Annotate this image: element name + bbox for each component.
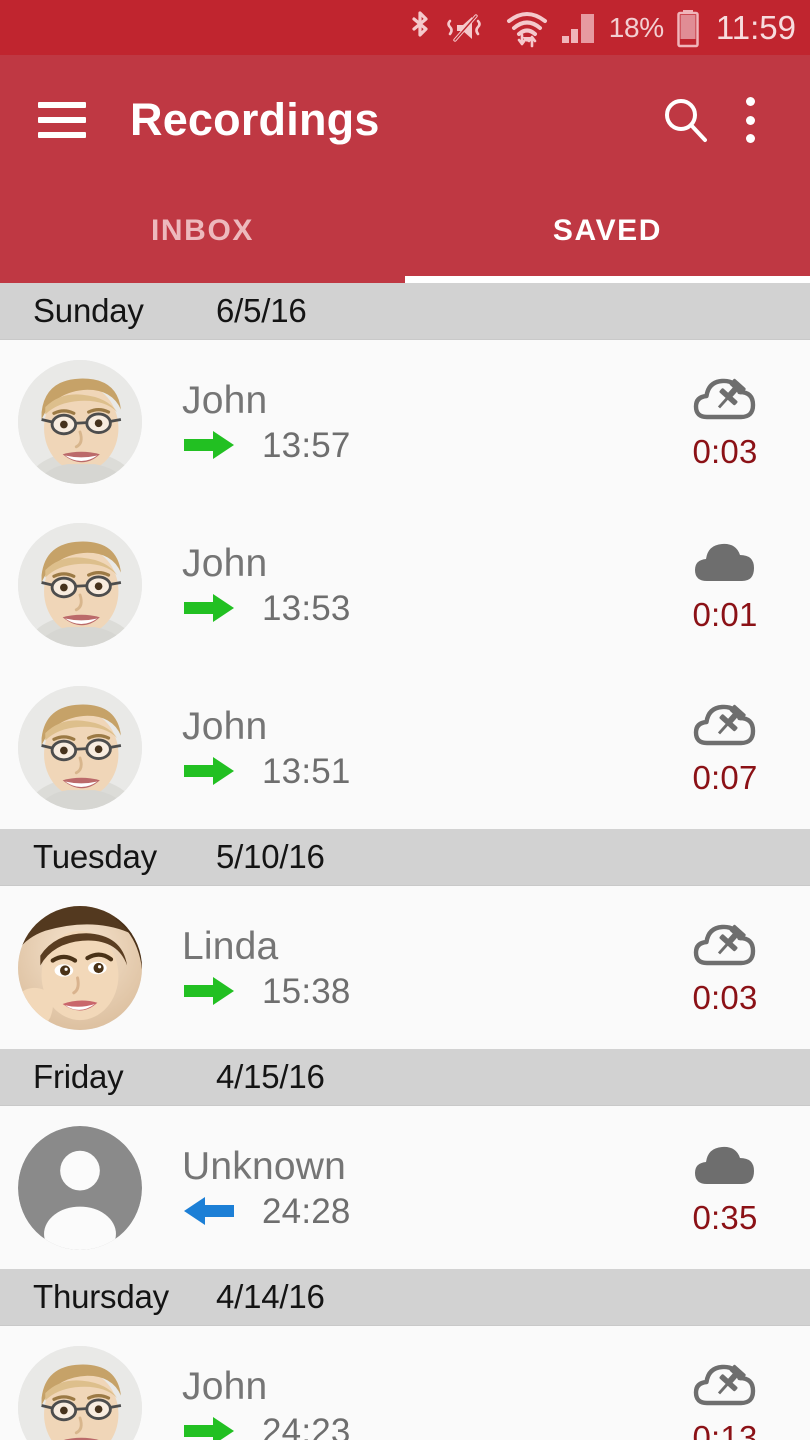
recording-time: 13:51	[262, 751, 351, 791]
recording-row[interactable]: John 13:53 0:01	[0, 503, 810, 666]
vibrate-mute-icon	[444, 10, 494, 46]
recording-meta: 13:57	[182, 428, 670, 463]
recording-status: 0:07	[670, 701, 780, 794]
arrow-right-green-icon	[182, 1414, 236, 1440]
recording-status: 0:03	[670, 375, 780, 468]
recording-meta: 24:28	[182, 1194, 670, 1229]
recording-row[interactable]: John 24:23 0:13	[0, 1326, 810, 1440]
date-header: Thursday 4/14/16	[0, 1269, 810, 1326]
tab-saved-label: SAVED	[552, 214, 663, 247]
app-root: 18% 11:59 Recordings INBOX SAVED Sunday …	[0, 0, 810, 1440]
recording-time: 13:53	[262, 588, 351, 628]
recording-details: Linda 15:38	[182, 927, 670, 1009]
recording-time: 13:57	[262, 425, 351, 465]
battery-percent-label: 18%	[608, 11, 664, 43]
recording-meta: 13:53	[182, 591, 670, 626]
recording-status: 0:01	[670, 538, 780, 631]
date-header-day: Sunday	[33, 292, 144, 329]
recording-details: Unknown 24:28	[182, 1147, 670, 1229]
cloud-filled-icon[interactable]	[693, 1141, 757, 1187]
date-header-day: Thursday	[33, 1278, 169, 1315]
recording-row[interactable]: Unknown 24:28 0:35	[0, 1106, 810, 1269]
battery-low-icon	[675, 8, 701, 48]
arrow-right-green-icon	[182, 428, 236, 462]
date-header-day: Friday	[33, 1058, 124, 1095]
date-header-date: 4/15/16	[216, 1058, 325, 1095]
recording-duration: 0:07	[692, 759, 758, 796]
recording-status: 0:13	[670, 1361, 780, 1440]
date-header: Tuesday 5/10/16	[0, 829, 810, 886]
avatar[interactable]	[18, 685, 142, 810]
cloud-pinned-icon[interactable]	[693, 1361, 757, 1407]
overflow-menu-icon[interactable]	[718, 88, 782, 152]
recording-status: 0:03	[670, 921, 780, 1014]
date-header: Friday 4/15/16	[0, 1049, 810, 1106]
recording-status: 0:35	[670, 1141, 780, 1234]
bluetooth-icon	[407, 10, 433, 46]
recording-duration: 0:35	[692, 1199, 758, 1236]
recording-time: 24:28	[262, 1191, 351, 1231]
date-header: Sunday 6/5/16	[0, 283, 810, 340]
signal-bars-icon	[560, 11, 598, 45]
recording-time: 15:38	[262, 971, 351, 1011]
contact-name: John	[182, 1366, 268, 1406]
contact-name: John	[182, 543, 268, 583]
recording-details: John 13:51	[182, 707, 670, 789]
status-bar-clock: 11:59	[715, 8, 796, 46]
arrow-left-blue-icon	[182, 1194, 236, 1228]
date-header-day: Tuesday	[33, 838, 157, 875]
recording-time: 24:23	[262, 1411, 351, 1440]
recording-duration: 0:03	[692, 433, 758, 470]
recording-details: John 13:57	[182, 381, 670, 463]
cloud-pinned-icon[interactable]	[693, 921, 757, 967]
date-header-date: 6/5/16	[216, 292, 307, 329]
hamburger-menu-icon[interactable]	[38, 102, 86, 138]
recording-row[interactable]: Linda 15:38 0:03	[0, 886, 810, 1049]
tab-bar: INBOX SAVED	[0, 185, 810, 283]
avatar[interactable]	[18, 1345, 142, 1440]
page-title: Recordings	[130, 94, 380, 145]
recording-details: John 13:53	[182, 544, 670, 626]
contact-name: Linda	[182, 926, 279, 966]
recordings-list: Sunday 6/5/16 John 13:57 0:03 John 13:53 0:01 Jo…	[0, 283, 810, 1440]
wifi-data-icon	[505, 8, 549, 48]
recording-row[interactable]: John 13:57 0:03	[0, 340, 810, 503]
contact-name: John	[182, 380, 268, 420]
recording-meta: 15:38	[182, 974, 670, 1009]
avatar[interactable]	[18, 905, 142, 1030]
avatar[interactable]	[18, 1125, 142, 1250]
arrow-right-green-icon	[182, 591, 236, 625]
contact-name: Unknown	[182, 1146, 346, 1186]
tab-inbox[interactable]: INBOX	[0, 185, 405, 283]
date-header-date: 5/10/16	[216, 838, 325, 875]
cloud-filled-icon[interactable]	[693, 538, 757, 584]
recording-details: John 24:23	[182, 1367, 670, 1440]
recording-duration: 0:01	[692, 596, 758, 633]
recording-meta: 13:51	[182, 754, 670, 789]
cloud-pinned-icon[interactable]	[693, 375, 757, 421]
status-bar: 18% 11:59	[0, 0, 810, 55]
search-icon[interactable]	[654, 88, 718, 152]
app-bar: Recordings	[0, 55, 810, 185]
cloud-pinned-icon[interactable]	[693, 701, 757, 747]
arrow-right-green-icon	[182, 754, 236, 788]
contact-name: John	[182, 706, 268, 746]
recording-meta: 24:23	[182, 1414, 670, 1440]
arrow-right-green-icon	[182, 974, 236, 1008]
recording-duration: 0:13	[692, 1419, 758, 1440]
date-header-date: 4/14/16	[216, 1278, 325, 1315]
recording-row[interactable]: John 13:51 0:07	[0, 666, 810, 829]
avatar[interactable]	[18, 359, 142, 484]
tab-inbox-label: INBOX	[150, 214, 254, 247]
recording-duration: 0:03	[692, 979, 758, 1016]
avatar[interactable]	[18, 522, 142, 647]
tab-saved[interactable]: SAVED	[405, 185, 810, 283]
